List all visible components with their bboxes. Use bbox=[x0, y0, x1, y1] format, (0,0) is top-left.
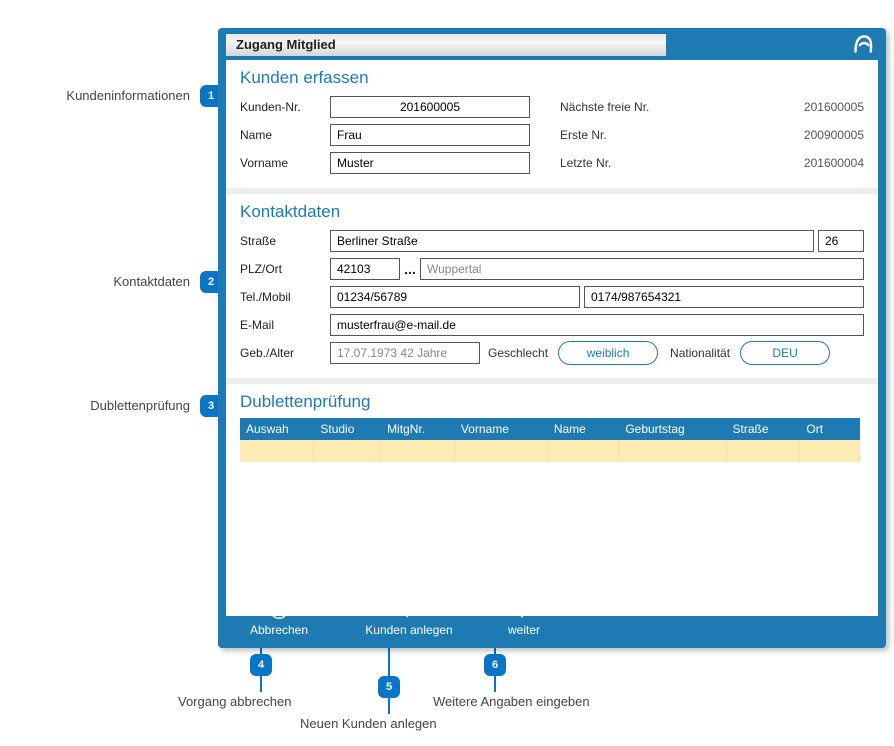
dub-th-3[interactable]: Vorname bbox=[454, 418, 547, 440]
kundennr-input[interactable] bbox=[330, 96, 530, 118]
dubletten-table: Auswah Studio MitgNr. Vorname Name Gebur… bbox=[240, 418, 860, 462]
stat-next-value: 201600005 bbox=[774, 100, 864, 114]
callout-5-number: 5 bbox=[378, 676, 400, 698]
plz-lookup-button[interactable]: ... bbox=[400, 262, 420, 276]
section-kunden: Kunden erfassen Kunden-Nr. Nächste freie… bbox=[226, 60, 878, 188]
callout-5-label: Neuen Kunden anlegen bbox=[300, 716, 437, 731]
weiter-button[interactable]: weiter bbox=[494, 599, 554, 637]
nationalitaet-label: Nationalität bbox=[670, 346, 730, 360]
stat-first-label: Erste Nr. bbox=[560, 128, 680, 142]
footer-actions: Abbrechen Kunden anlegen weiter bbox=[218, 588, 886, 648]
abbrechen-button[interactable]: Abbrechen bbox=[234, 599, 324, 637]
strasse-input[interactable] bbox=[330, 230, 814, 252]
strasse-label: Straße bbox=[240, 234, 330, 248]
geb-input[interactable] bbox=[330, 342, 480, 364]
geschlecht-pill[interactable]: weiblich bbox=[558, 341, 658, 365]
callout-5-connector-2 bbox=[388, 698, 390, 714]
dub-row-empty bbox=[240, 440, 860, 462]
dub-th-4[interactable]: Name bbox=[547, 418, 618, 440]
callout-6-connector-2 bbox=[494, 676, 496, 692]
geb-label: Geb./Alter bbox=[240, 346, 330, 360]
dub-th-1[interactable]: Studio bbox=[314, 418, 381, 440]
callout-4-number: 4 bbox=[250, 654, 272, 676]
callout-4-label: Vorgang abbrechen bbox=[178, 694, 291, 709]
email-input[interactable] bbox=[330, 314, 864, 336]
kunden-anlegen-label: Kunden anlegen bbox=[365, 623, 452, 637]
callout-1-label: Kundeninformationen bbox=[0, 88, 190, 103]
callout-6-number: 6 bbox=[484, 654, 506, 676]
email-label: E-Mail bbox=[240, 318, 330, 332]
tel-input[interactable] bbox=[330, 286, 580, 308]
section-kunden-title: Kunden erfassen bbox=[240, 68, 864, 88]
tel-label: Tel./Mobil bbox=[240, 290, 330, 304]
stat-first-value: 200900005 bbox=[774, 128, 864, 142]
stat-last-label: Letzte Nr. bbox=[560, 156, 680, 170]
dub-th-6[interactable]: Straße bbox=[726, 418, 800, 440]
plz-label: PLZ/Ort bbox=[240, 262, 330, 276]
dub-th-0[interactable]: Auswah bbox=[240, 418, 314, 440]
section-kontakt-title: Kontaktdaten bbox=[240, 202, 864, 222]
kunden-anlegen-button[interactable]: Kunden anlegen bbox=[364, 599, 454, 637]
section-dubletten: Dublettenprüfung Auswah Studio MitgNr. V… bbox=[226, 384, 878, 472]
name-input[interactable] bbox=[330, 124, 530, 146]
content-area: Kunden erfassen Kunden-Nr. Nächste freie… bbox=[226, 60, 878, 616]
abbrechen-label: Abbrechen bbox=[250, 623, 308, 637]
stat-last-value: 201600004 bbox=[774, 156, 864, 170]
mobil-input[interactable] bbox=[584, 286, 864, 308]
callout-6-label: Weitere Angaben eingeben bbox=[433, 694, 590, 709]
callout-2-label: Kontaktdaten bbox=[0, 274, 190, 289]
callout-3-label: Dublettenprüfung bbox=[0, 398, 190, 413]
kundennr-label: Kunden-Nr. bbox=[240, 100, 330, 114]
hausnr-input[interactable] bbox=[818, 230, 864, 252]
nationalitaet-pill[interactable]: DEU bbox=[740, 341, 830, 365]
app-logo-icon bbox=[848, 30, 876, 56]
section-dubletten-title: Dublettenprüfung bbox=[240, 392, 864, 412]
window-title: Zugang Mitglied bbox=[226, 34, 666, 56]
name-label: Name bbox=[240, 128, 330, 142]
callout-4-connector-2 bbox=[260, 676, 262, 692]
section-kontakt: Kontaktdaten Straße PLZ/Ort ... Tel./Mob… bbox=[226, 194, 878, 378]
check-icon bbox=[398, 599, 420, 621]
plz-input[interactable] bbox=[330, 258, 400, 280]
weiter-label: weiter bbox=[508, 623, 540, 637]
geschlecht-label: Geschlecht bbox=[488, 346, 548, 360]
dub-th-2[interactable]: MitgNr. bbox=[381, 418, 455, 440]
vorname-label: Vorname bbox=[240, 156, 330, 170]
cancel-icon bbox=[268, 599, 290, 621]
dub-th-7[interactable]: Ort bbox=[800, 418, 860, 440]
stat-next-label: Nächste freie Nr. bbox=[560, 100, 680, 114]
chevron-right-icon bbox=[513, 599, 535, 621]
ort-input[interactable] bbox=[420, 258, 864, 280]
app-window: Zugang Mitglied Kunden erfassen Kunden-N… bbox=[218, 28, 886, 648]
dub-th-5[interactable]: Geburtstag bbox=[619, 418, 726, 440]
vorname-input[interactable] bbox=[330, 152, 530, 174]
